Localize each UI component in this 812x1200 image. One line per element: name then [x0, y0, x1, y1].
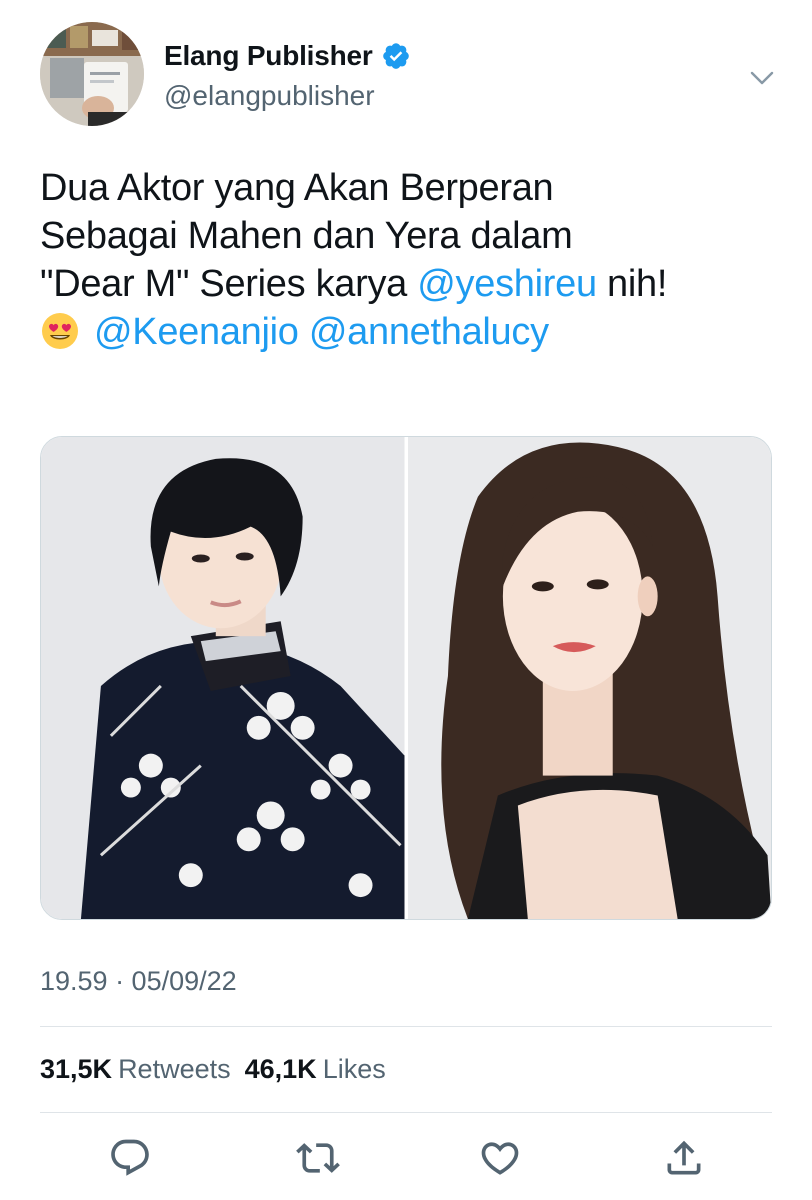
reply-icon[interactable] — [108, 1136, 152, 1180]
tweet-text-line-2: Sebagai Mahen dan Yera dalam — [40, 215, 573, 257]
avatar[interactable] — [40, 22, 144, 126]
photo-actor[interactable] — [41, 437, 405, 919]
mention-yeshireu[interactable]: @yeshireu — [417, 263, 597, 305]
divider — [40, 1112, 772, 1113]
mention-annethalucy[interactable]: @annethalucy — [309, 311, 549, 353]
verified-badge-icon — [381, 41, 411, 71]
tweet: Elang Publisher @elangpublisher Dua Akto… — [0, 0, 812, 1200]
retweets-count: 31,5K — [40, 1054, 113, 1084]
action-bar — [0, 1130, 812, 1186]
author-display-name[interactable]: Elang Publisher — [164, 40, 411, 72]
tweet-stats: 31,5K Retweets 46,1K Likes — [40, 1054, 400, 1085]
heart-eyes-emoji-icon — [40, 311, 80, 351]
tweet-text-line-3-prefix: "Dear M" Series karya — [40, 263, 418, 305]
tweet-text-line-3-suffix: nih! — [596, 263, 668, 305]
media-grid — [40, 436, 772, 920]
tweet-timestamp[interactable]: 19.59 · 05/09/22 — [40, 966, 237, 997]
photo-actress[interactable] — [407, 437, 771, 919]
tweet-text: Dua Aktor yang Akan Berperan Sebagai Mah… — [40, 164, 780, 356]
author-name-text: Elang Publisher — [164, 40, 373, 71]
retweets-label: Retweets — [118, 1054, 231, 1084]
tweet-text-line-1: Dua Aktor yang Akan Berperan — [40, 167, 554, 209]
likes-label: Likes — [322, 1054, 386, 1084]
author-handle[interactable]: @elangpublisher — [164, 80, 375, 112]
divider — [40, 1026, 772, 1027]
tweet-text-line-4: @Keenanjio @annethalucy — [40, 308, 780, 356]
likes-stat[interactable]: 46,1K Likes — [245, 1054, 400, 1084]
like-icon[interactable] — [478, 1136, 522, 1180]
retweets-stat[interactable]: 31,5K Retweets — [40, 1054, 245, 1084]
chevron-down-icon[interactable] — [744, 64, 780, 92]
retweet-icon[interactable] — [296, 1136, 340, 1180]
mention-keenanjio[interactable]: @Keenanjio — [94, 311, 299, 353]
tweet-text-line-3: "Dear M" Series karya @yeshireu nih! — [40, 260, 780, 308]
share-icon[interactable] — [662, 1136, 706, 1180]
likes-count: 46,1K — [244, 1054, 317, 1084]
